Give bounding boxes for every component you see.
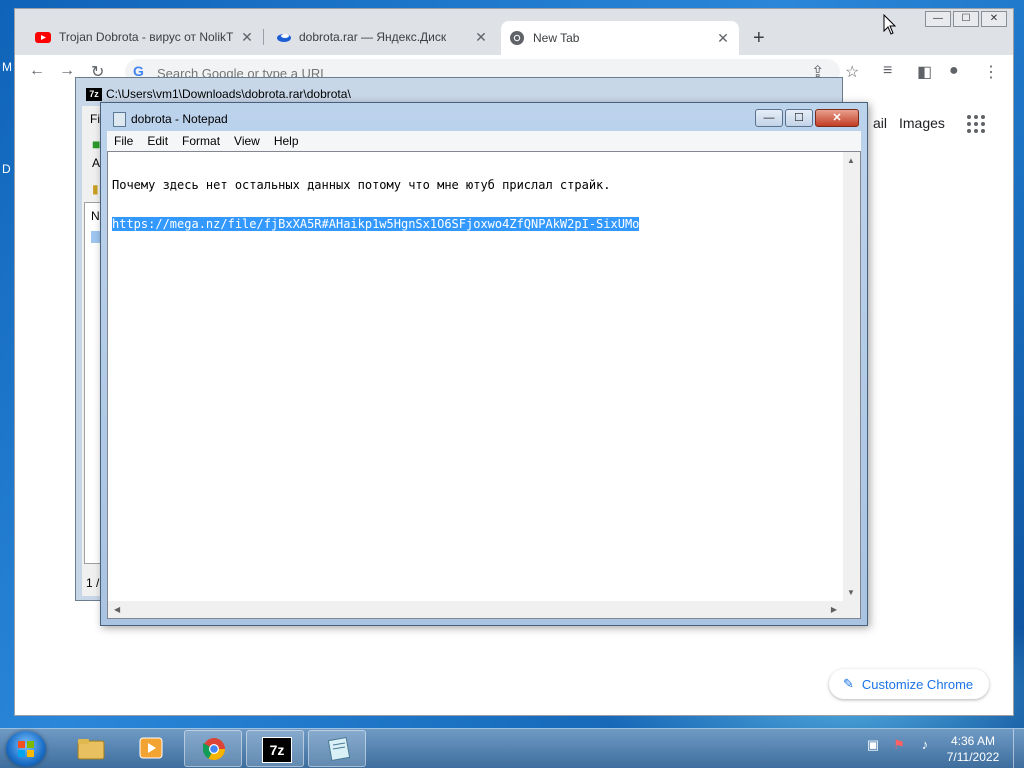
chrome-tab-strip: Trojan Dobrota - вирус от NolikT ✕ dobro…: [15, 9, 1013, 55]
tab-yandex-disk[interactable]: dobrota.rar — Яндекс.Диск ✕: [267, 23, 497, 51]
taskbar: 7z ▣ ⚑ ♪ 4:36 AM 7/11/2022: [0, 728, 1024, 768]
tab-new-tab[interactable]: New Tab ✕: [501, 21, 739, 55]
chrome-icon: [510, 31, 524, 45]
horizontal-scrollbar[interactable]: ◀ ▶: [108, 601, 843, 618]
tab-title: New Tab: [533, 31, 580, 45]
sevenzip-menu-file[interactable]: Fi: [90, 112, 100, 126]
sevenzip-title: 7z C:\Users\vm1\Downloads\dobrota.rar\do…: [86, 87, 351, 101]
tab-close-icon[interactable]: ✕: [715, 30, 731, 47]
clock-time: 4:36 AM: [950, 734, 996, 748]
notepad-menubar: File Edit Format View Help: [107, 131, 861, 151]
sevenzip-status: 1 /: [86, 576, 100, 590]
clock[interactable]: 4:36 AM 7/11/2022: [940, 733, 1006, 765]
google-apps-icon[interactable]: [967, 115, 985, 133]
folder-icon: [77, 739, 105, 760]
gmail-link[interactable]: ail: [873, 115, 887, 131]
system-tray: ▣ ⚑ ♪: [864, 737, 942, 755]
action-center-icon[interactable]: ⚑: [890, 737, 908, 755]
scroll-left-icon[interactable]: ◀: [114, 605, 120, 614]
desktop-label-m: M: [2, 60, 12, 74]
desktop-label-d: D: [2, 162, 11, 176]
taskbar-media-player[interactable]: [122, 730, 180, 767]
notepad-icon: [327, 737, 351, 761]
new-tab-button[interactable]: +: [753, 27, 765, 50]
menu-file[interactable]: File: [107, 134, 140, 148]
yandex-disk-icon: [277, 34, 291, 42]
folder-up-icon[interactable]: ▮: [92, 182, 99, 196]
sevenzip-title-text: C:\Users\vm1\Downloads\dobrota.rar\dobro…: [106, 87, 351, 101]
notepad-title: dobrota - Notepad: [131, 112, 228, 126]
profile-icon[interactable]: ●: [949, 62, 959, 80]
notepad-close-button[interactable]: ✕: [815, 109, 859, 127]
vertical-scrollbar[interactable]: ▲ ▼: [843, 152, 860, 601]
taskbar-7zip[interactable]: 7z: [246, 730, 304, 767]
notepad-window-controls: — ☐ ✕: [753, 109, 859, 127]
windows-logo-icon: [18, 741, 34, 757]
notepad-window[interactable]: dobrota - Notepad — ☐ ✕ File Edit Format…: [100, 102, 868, 626]
taskbar-notepad[interactable]: [308, 730, 366, 767]
notepad-minimize-button[interactable]: —: [755, 109, 783, 127]
pencil-icon: ✎: [843, 676, 854, 691]
menu-view[interactable]: View: [227, 134, 267, 148]
tab-close-icon[interactable]: ✕: [239, 29, 255, 46]
forward-icon[interactable]: →: [59, 62, 75, 80]
volume-icon[interactable]: ♪: [916, 737, 934, 755]
scroll-up-icon[interactable]: ▲: [847, 156, 855, 165]
media-control-icon[interactable]: ≡: [883, 62, 892, 80]
bookmark-star-icon[interactable]: ☆: [845, 62, 859, 82]
taskbar-explorer[interactable]: [62, 730, 120, 767]
media-player-icon: [139, 737, 163, 759]
text-line-content: Почему здесь нет остальных данных потому…: [112, 178, 611, 192]
start-button[interactable]: [6, 731, 46, 767]
images-link[interactable]: Images: [899, 115, 945, 131]
scroll-right-icon[interactable]: ▶: [831, 605, 837, 614]
menu-help[interactable]: Help: [267, 134, 306, 148]
tab-youtube[interactable]: Trojan Dobrota - вирус от NolikT ✕: [27, 23, 263, 51]
list-header-name[interactable]: N: [91, 209, 100, 223]
back-icon[interactable]: ←: [29, 62, 45, 80]
text-line: Почему здесь нет остальных данных потому…: [112, 179, 840, 192]
selected-link-text[interactable]: https://mega.nz/file/fjBxXA5R#AHaikp1w5H…: [112, 217, 640, 231]
notepad-maximize-button[interactable]: ☐: [785, 109, 813, 127]
menu-kebab-icon[interactable]: ⋮: [983, 62, 999, 82]
taskbar-chrome[interactable]: [184, 730, 242, 767]
tab-separator: [263, 29, 264, 45]
side-panel-icon[interactable]: ◧: [917, 62, 932, 82]
notepad-icon: [113, 112, 126, 127]
network-icon[interactable]: ▣: [864, 737, 882, 755]
scroll-down-icon[interactable]: ▼: [847, 588, 855, 597]
mouse-cursor-icon: [883, 14, 897, 35]
show-desktop-button[interactable]: [1013, 729, 1024, 768]
chrome-minimize-button[interactable]: —: [925, 11, 951, 27]
resize-grip-icon[interactable]: [843, 601, 860, 618]
sevenzip-toolbar-fragment: A: [92, 156, 101, 170]
tab-close-icon[interactable]: ✕: [473, 29, 489, 46]
tab-title: dobrota.rar — Яндекс.Диск: [299, 30, 447, 44]
customize-chrome-button[interactable]: ✎ Customize Chrome: [829, 669, 990, 699]
7zip-icon: 7z: [262, 737, 292, 763]
chrome-window-controls: — ☐ ✕: [923, 11, 1007, 27]
tab-title: Trojan Dobrota - вирус от NolikT: [59, 30, 234, 44]
customize-chrome-label: Customize Chrome: [861, 676, 974, 692]
clock-date: 7/11/2022: [946, 750, 1000, 764]
text-line-selected: https://mega.nz/file/fjBxXA5R#AHaikp1w5H…: [112, 217, 840, 231]
youtube-icon: [35, 32, 51, 43]
menu-edit[interactable]: Edit: [140, 134, 175, 148]
notepad-content[interactable]: Почему здесь нет остальных данных потому…: [112, 153, 840, 257]
notepad-text-area[interactable]: Почему здесь нет остальных данных потому…: [107, 151, 861, 619]
chrome-maximize-button[interactable]: ☐: [953, 11, 979, 27]
chrome-close-button[interactable]: ✕: [981, 11, 1007, 27]
menu-format[interactable]: Format: [175, 134, 227, 148]
notepad-titlebar[interactable]: dobrota - Notepad — ☐ ✕: [101, 103, 867, 133]
7zip-icon: 7z: [86, 87, 102, 101]
chrome-icon: [203, 738, 225, 760]
